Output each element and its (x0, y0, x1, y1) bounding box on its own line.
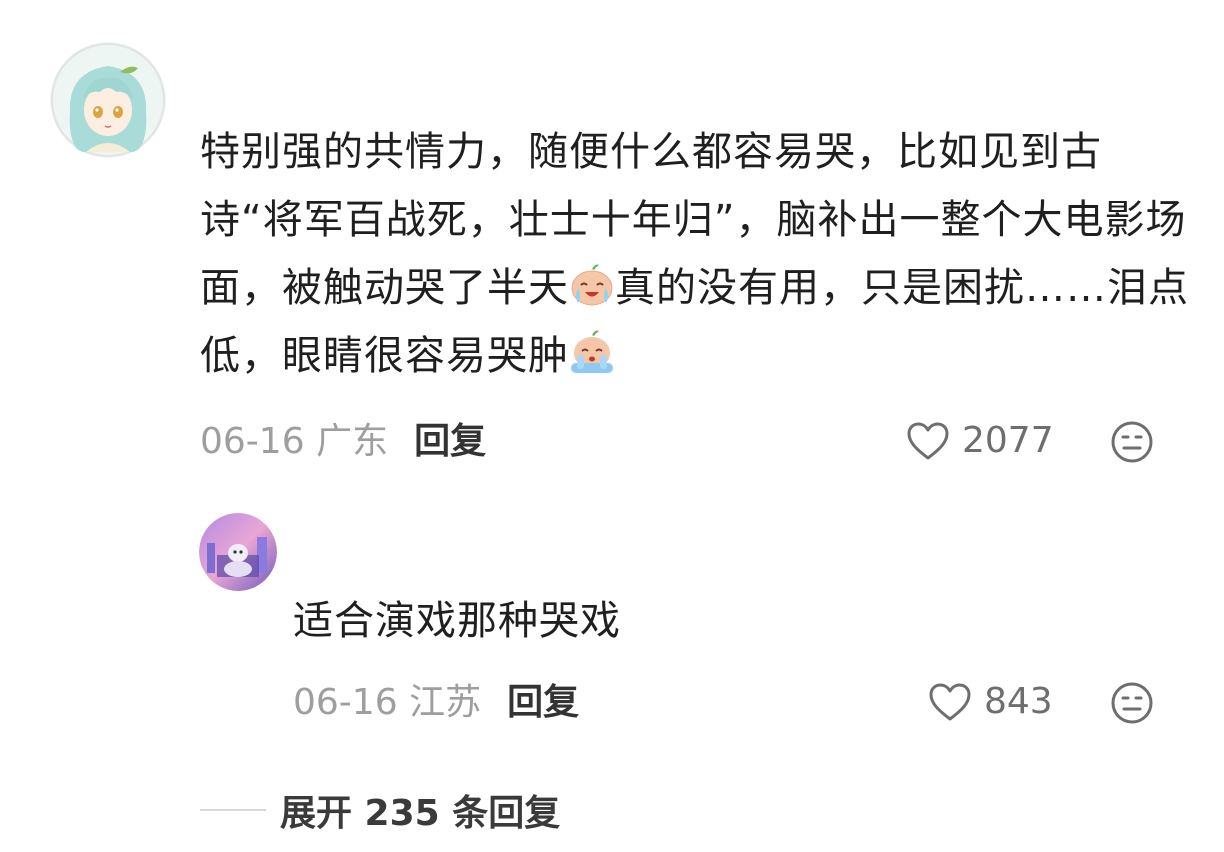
avatar[interactable] (50, 42, 166, 158)
reply-reply-button[interactable]: 回复 (507, 682, 579, 723)
crying-face-emoji (569, 260, 615, 306)
reply-button[interactable]: 回复 (414, 421, 486, 462)
expand-replies-label: 展开 235 条回复 (280, 793, 561, 834)
comment-meta: 06-16 广东 回复 (200, 420, 486, 464)
sobbing-face-emoji (569, 328, 615, 374)
heart-outline-icon (907, 422, 949, 459)
reply-date: 06-16 江苏 (293, 682, 482, 723)
like-button[interactable]: 2077 (906, 420, 1054, 461)
comment-date: 06-16 广东 (200, 421, 389, 462)
heart-outline-icon (929, 683, 971, 720)
meh-face-icon (1111, 682, 1153, 724)
expand-replies-button[interactable]: 展开 235 条回复 (200, 784, 560, 836)
reply-location: 江苏 (409, 682, 482, 723)
reply-text: 适合演戏那种哭戏 (293, 598, 621, 644)
reply-like-button[interactable]: 843 (928, 681, 1053, 722)
reply-like-count: 843 (984, 681, 1053, 722)
comment-location: 广东 (316, 421, 389, 462)
comment-text: 特别强的共情力，随便什么都容易哭，比如见到古诗“将军百战死，壮士十年归”，脑补出… (200, 118, 1190, 390)
reply-dislike-button[interactable] (1110, 681, 1154, 725)
dislike-button[interactable] (1110, 420, 1154, 464)
divider-line (200, 809, 266, 811)
like-count: 2077 (962, 420, 1054, 461)
reply-avatar[interactable] (199, 513, 277, 591)
reply-meta: 06-16 江苏 回复 (293, 681, 579, 725)
meh-face-icon (1111, 421, 1153, 463)
